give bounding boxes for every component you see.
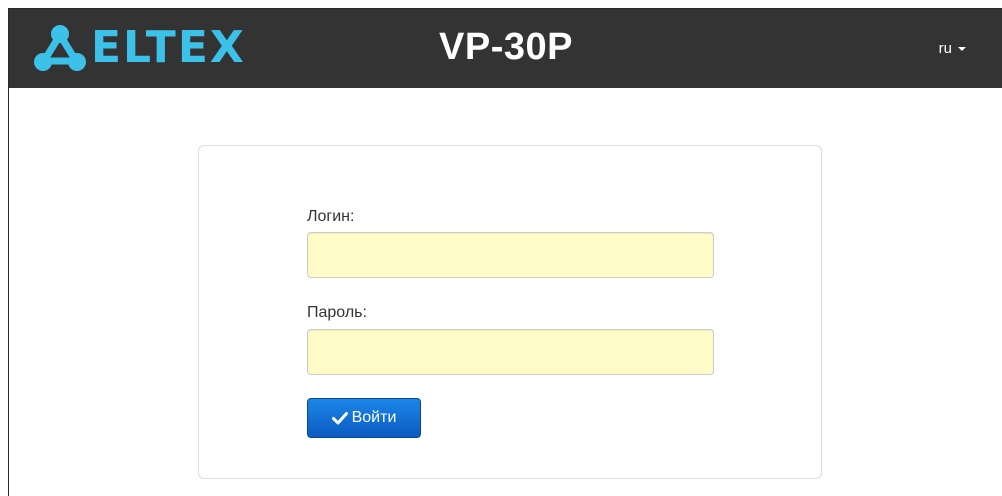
login-input[interactable]	[307, 232, 714, 278]
eltex-logo[interactable]: ELTEX	[33, 23, 246, 73]
password-input[interactable]	[307, 329, 714, 375]
page-frame: ELTEX VP-30P ru Логин: Пароль: Войти	[8, 8, 1002, 496]
language-label: ru	[938, 40, 952, 57]
caret-down-icon	[958, 47, 966, 51]
password-label: Пароль:	[307, 304, 367, 321]
check-icon	[331, 412, 348, 425]
login-panel: Логин: Пароль: Войти	[198, 145, 822, 479]
eltex-network-icon	[34, 25, 86, 71]
logo-text: ELTEX	[91, 22, 246, 73]
login-label: Логин:	[307, 208, 355, 225]
top-header: ELTEX VP-30P ru	[9, 9, 1002, 88]
login-button-label: Войти	[351, 409, 397, 426]
language-dropdown[interactable]: ru	[939, 40, 966, 57]
device-model-title: VP-30P	[439, 26, 573, 68]
login-button[interactable]: Войти	[307, 398, 421, 438]
